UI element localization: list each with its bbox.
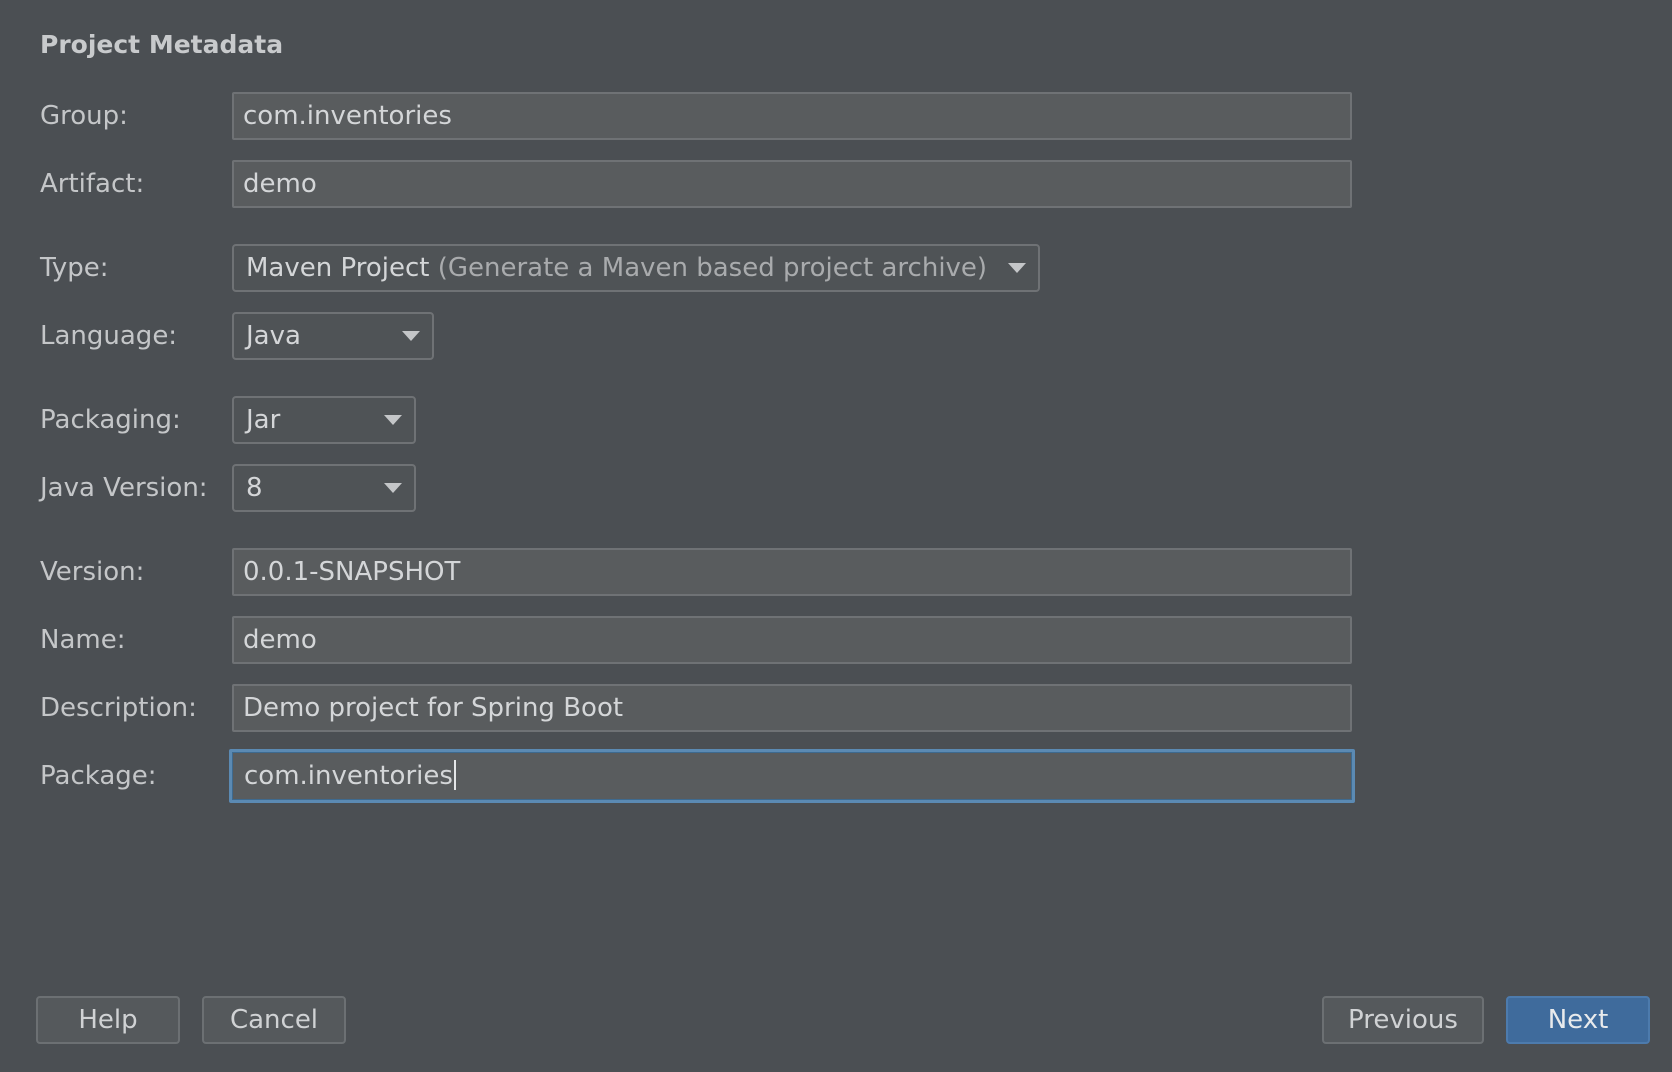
group-label: Group:	[40, 101, 128, 131]
package-field[interactable]: com.inventories	[229, 749, 1355, 803]
java-version-select[interactable]: 8	[232, 464, 416, 512]
artifact-row: Artifact: demo	[0, 160, 1672, 208]
group-row: Group: com.inventories	[0, 92, 1672, 140]
project-metadata-page: Project Metadata Group: com.inventories …	[0, 0, 1672, 1072]
language-value: Java	[246, 321, 301, 351]
text-caret	[453, 759, 456, 790]
previous-button[interactable]: Previous	[1322, 996, 1484, 1044]
group-field[interactable]: com.inventories	[232, 92, 1352, 140]
packaging-row: Packaging: Jar	[0, 396, 1672, 444]
packaging-select[interactable]: Jar	[232, 396, 416, 444]
name-label: Name:	[40, 625, 126, 655]
section-title: Project Metadata	[40, 30, 284, 59]
java-version-row: Java Version: 8	[0, 464, 1672, 512]
version-field[interactable]: 0.0.1-SNAPSHOT	[232, 548, 1352, 596]
chevron-down-icon	[384, 415, 402, 425]
next-button[interactable]: Next	[1506, 996, 1650, 1044]
language-select[interactable]: Java	[232, 312, 434, 360]
chevron-down-icon	[384, 483, 402, 493]
version-label: Version:	[40, 557, 145, 587]
name-field[interactable]: demo	[232, 616, 1352, 664]
chevron-down-icon	[1008, 263, 1026, 273]
package-row: Package: com.inventories	[0, 749, 1672, 803]
package-value: com.inventories	[244, 761, 453, 791]
description-row: Description: Demo project for Spring Boo…	[0, 684, 1672, 732]
packaging-label: Packaging:	[40, 405, 181, 435]
language-label: Language:	[40, 321, 178, 351]
description-label: Description:	[40, 693, 197, 723]
package-label: Package:	[40, 761, 157, 791]
version-row: Version: 0.0.1-SNAPSHOT	[0, 548, 1672, 596]
language-row: Language: Java	[0, 312, 1672, 360]
cancel-button[interactable]: Cancel	[202, 996, 346, 1044]
type-row: Type: Maven Project (Generate a Maven ba…	[0, 244, 1672, 292]
type-hint: (Generate a Maven based project archive)	[437, 253, 988, 283]
artifact-label: Artifact:	[40, 169, 145, 199]
description-field[interactable]: Demo project for Spring Boot	[232, 684, 1352, 732]
java-version-label: Java Version:	[40, 473, 208, 503]
packaging-value: Jar	[246, 405, 281, 435]
java-version-value: 8	[246, 473, 263, 503]
name-row: Name: demo	[0, 616, 1672, 664]
help-button[interactable]: Help	[36, 996, 180, 1044]
type-label: Type:	[40, 253, 109, 283]
chevron-down-icon	[402, 331, 420, 341]
type-select[interactable]: Maven Project (Generate a Maven based pr…	[232, 244, 1040, 292]
artifact-field[interactable]: demo	[232, 160, 1352, 208]
type-value: Maven Project	[246, 253, 430, 283]
